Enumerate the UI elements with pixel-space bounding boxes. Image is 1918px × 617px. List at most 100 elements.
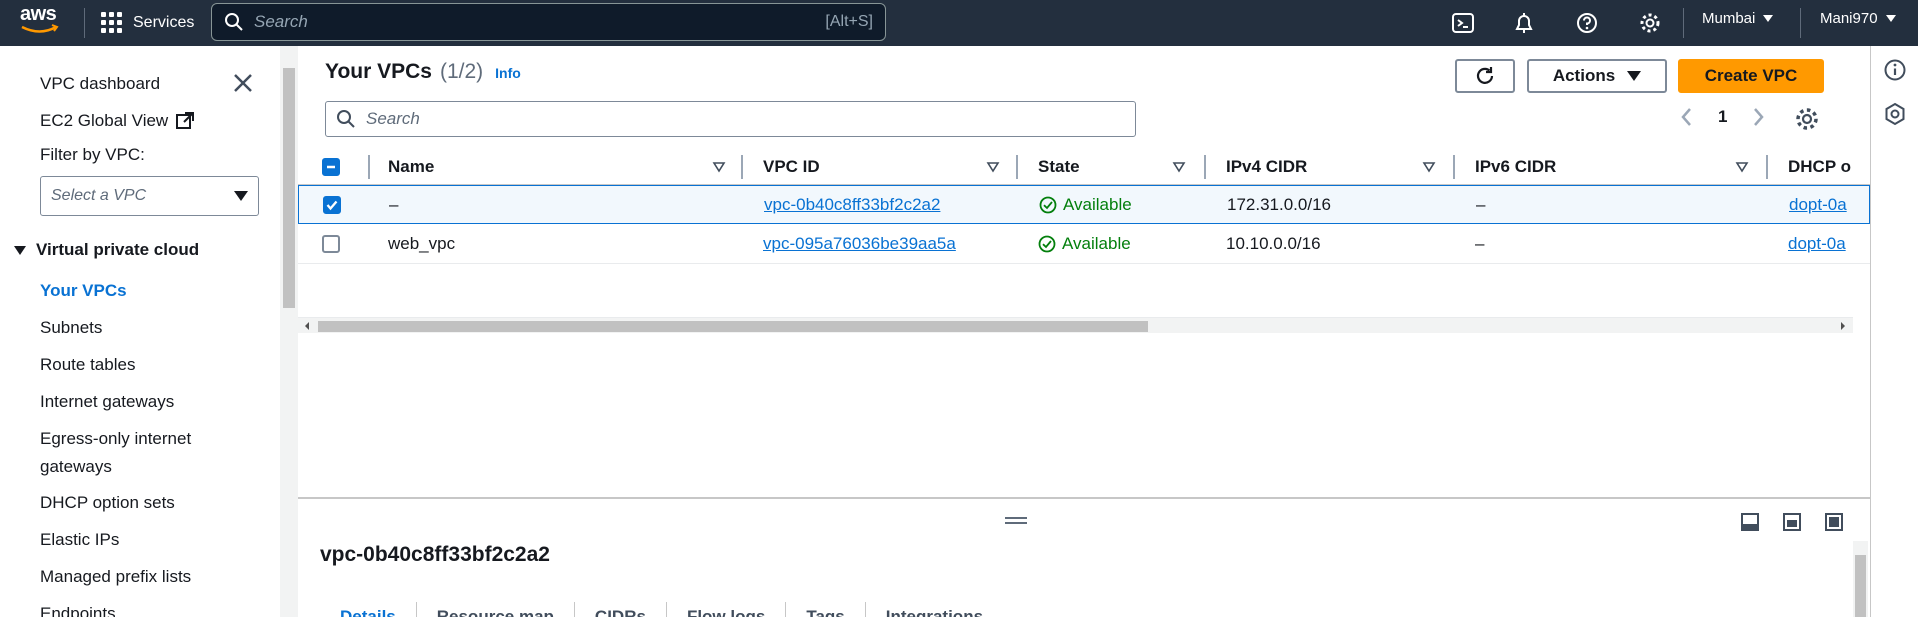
table-row[interactable]: – vpc-0b40c8ff33bf2c2a2 Available 172.31… — [298, 185, 1870, 224]
row-checkbox[interactable] — [323, 196, 341, 214]
tab-cidrs[interactable]: CIDRs — [575, 602, 667, 617]
sort-icon[interactable] — [1735, 160, 1749, 174]
create-vpc-button[interactable]: Create VPC — [1678, 59, 1824, 93]
sidebar-item-elastic-ips[interactable]: Elastic IPs — [40, 526, 119, 554]
sidebar-scrollbar[interactable] — [280, 46, 298, 617]
aws-logo[interactable]: aws — [20, 4, 64, 40]
services-grid-icon — [101, 12, 123, 34]
sidebar-item-ec2-global-view[interactable]: EC2 Global View — [40, 107, 195, 135]
sidebar-item-internet-gateways[interactable]: Internet gateways — [40, 388, 174, 416]
table-vertical-scrollbar[interactable] — [1853, 149, 1868, 459]
cell-dhcp-link[interactable]: dopt-0a — [1789, 186, 1847, 224]
global-search-input[interactable] — [254, 12, 826, 32]
resize-handle-icon[interactable] — [1005, 516, 1027, 526]
scroll-right-icon[interactable] — [1838, 321, 1848, 331]
sort-icon[interactable] — [1172, 160, 1186, 174]
cloudshell-icon[interactable] — [1448, 8, 1478, 38]
preferences-gear-icon[interactable] — [1794, 106, 1820, 132]
row-select-cell — [322, 225, 340, 263]
sidebar-item-managed-prefix-lists[interactable]: Managed prefix lists — [40, 563, 191, 591]
cell-ipv6-cidr: – — [1475, 234, 1485, 253]
notifications-icon[interactable] — [1509, 8, 1539, 38]
services-label: Services — [133, 14, 195, 31]
services-menu[interactable]: Services — [101, 9, 194, 37]
table-search[interactable] — [325, 101, 1136, 137]
column-divider[interactable] — [368, 155, 370, 179]
tools-rail — [1870, 46, 1918, 617]
cell-ipv4-cidr: 172.31.0.0/16 — [1227, 195, 1331, 214]
row-checkbox[interactable] — [322, 235, 340, 253]
sidebar-item-endpoints[interactable]: Endpoints — [40, 600, 116, 617]
sidebar-item-route-tables[interactable]: Route tables — [40, 351, 135, 379]
region-menu[interactable]: Mumbai — [1702, 10, 1774, 27]
table-header: Name VPC ID State IPv4 CIDR IPv6 CIDR DH… — [298, 149, 1870, 185]
tab-flow-logs[interactable]: Flow logs — [667, 602, 787, 617]
sidebar-item-vpc-dashboard[interactable]: VPC dashboard — [40, 70, 160, 98]
column-header-dhcp[interactable]: DHCP o — [1788, 149, 1851, 185]
scrollbar-thumb[interactable] — [1855, 555, 1866, 617]
sort-icon[interactable] — [712, 160, 726, 174]
tab-details[interactable]: Details — [320, 602, 417, 617]
column-header-name[interactable]: Name — [388, 149, 434, 185]
detail-tabs: Details Resource map CIDRs Flow logs Tag… — [320, 602, 1003, 617]
column-header-vpc-id[interactable]: VPC ID — [763, 149, 820, 185]
scroll-left-icon[interactable] — [302, 321, 312, 331]
sidebar-item-egress-only-internet-gateways[interactable]: Egress-only internet gateways — [40, 425, 240, 481]
table-row[interactable]: web_vpc vpc-095a76036be39aa5a Available … — [298, 225, 1870, 264]
section-virtual-private-cloud[interactable]: Virtual private cloud — [14, 240, 199, 260]
page-number[interactable]: 1 — [1718, 107, 1727, 127]
pagination: 1 — [1676, 106, 1769, 128]
split-panel-divider[interactable] — [298, 497, 1870, 499]
panel-side-icon[interactable] — [1782, 512, 1802, 532]
panel-full-icon[interactable] — [1824, 512, 1844, 532]
sidebar-item-subnets[interactable]: Subnets — [40, 314, 102, 342]
column-header-ipv4-cidr[interactable]: IPv4 CIDR — [1226, 149, 1307, 185]
table-horizontal-scrollbar[interactable] — [298, 317, 1853, 333]
chevron-right-icon[interactable] — [1747, 106, 1769, 128]
global-search[interactable]: [Alt+S] — [211, 3, 886, 41]
sort-icon[interactable] — [986, 160, 1000, 174]
vpc-table: Name VPC ID State IPv4 CIDR IPv6 CIDR DH… — [298, 149, 1870, 459]
sidebar-item-your-vpcs[interactable]: Your VPCs — [40, 277, 127, 305]
status-success-icon — [1038, 235, 1056, 253]
account-menu[interactable]: Mani970 — [1820, 10, 1896, 27]
side-navigation: VPC dashboard EC2 Global View Filter by … — [0, 46, 280, 617]
scrollbar-thumb[interactable] — [283, 68, 295, 308]
cell-state: Available — [1038, 225, 1131, 263]
tab-resource-map[interactable]: Resource map — [417, 602, 575, 617]
column-header-ipv6-cidr[interactable]: IPv6 CIDR — [1475, 149, 1556, 185]
column-divider[interactable] — [741, 155, 743, 179]
top-navigation: aws Services [Alt+S] Mumbai Man — [0, 0, 1918, 46]
actions-button[interactable]: Actions — [1527, 59, 1667, 93]
info-link[interactable]: Info — [495, 65, 521, 81]
column-divider[interactable] — [1204, 155, 1206, 179]
cell-vpc-id-link[interactable]: vpc-095a76036be39aa5a — [763, 225, 956, 263]
cell-dhcp-link[interactable]: dopt-0a — [1788, 225, 1846, 263]
scrollbar-thumb[interactable] — [318, 321, 1148, 332]
tab-tags[interactable]: Tags — [786, 602, 866, 617]
external-link-icon — [176, 112, 195, 129]
table-search-input[interactable] — [366, 109, 1125, 129]
refresh-button[interactable] — [1455, 59, 1515, 93]
chevron-left-icon[interactable] — [1676, 106, 1698, 128]
column-divider[interactable] — [1766, 155, 1768, 179]
main-content: Your VPCs (1/2) Info Actions Create VPC … — [298, 46, 1870, 617]
column-header-state[interactable]: State — [1038, 149, 1080, 185]
column-divider[interactable] — [1453, 155, 1455, 179]
close-icon[interactable] — [230, 70, 256, 96]
nav-divider — [84, 8, 85, 38]
column-divider[interactable] — [1016, 155, 1018, 179]
info-panel-icon[interactable] — [1883, 58, 1907, 82]
help-icon[interactable] — [1572, 8, 1602, 38]
tab-integrations[interactable]: Integrations — [866, 602, 1003, 617]
page-title: Your VPCs (1/2) Info — [325, 60, 521, 84]
panel-bottom-icon[interactable] — [1740, 512, 1760, 532]
settings-icon[interactable] — [1635, 8, 1665, 38]
detail-scrollbar[interactable] — [1853, 541, 1868, 617]
hexagon-icon[interactable] — [1883, 102, 1907, 126]
vpc-filter-select[interactable]: Select a VPC — [40, 176, 259, 216]
sidebar-item-dhcp-option-sets[interactable]: DHCP option sets — [40, 489, 175, 517]
select-all-checkbox[interactable] — [322, 158, 340, 176]
cell-vpc-id-link[interactable]: vpc-0b40c8ff33bf2c2a2 — [764, 186, 940, 224]
sort-icon[interactable] — [1422, 160, 1436, 174]
